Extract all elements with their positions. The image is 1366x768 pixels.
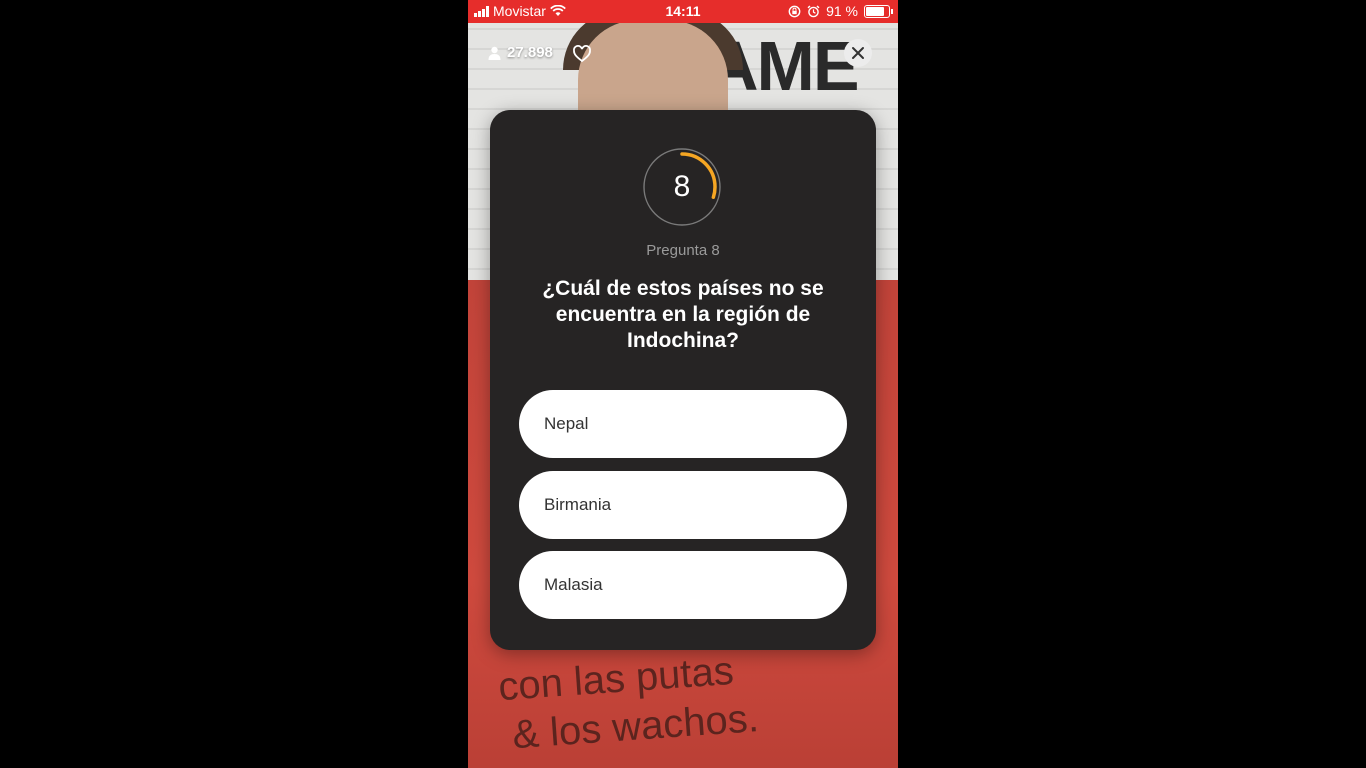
answer-label: Malasia	[544, 575, 603, 594]
answer-option-1[interactable]: Nepal	[519, 390, 847, 458]
question-number: Pregunta 8	[646, 242, 720, 259]
alarm-icon	[807, 4, 820, 17]
status-bar: Movistar 14:11 91 %	[468, 0, 898, 23]
countdown-number: 8	[673, 170, 691, 203]
phone-screen: AME con las putas & los wachos. Movistar…	[468, 0, 898, 768]
heart-icon[interactable]	[572, 44, 592, 64]
user-icon	[488, 46, 501, 60]
question-card: 8 Pregunta 8 ¿Cuál de estos países no se…	[490, 110, 876, 650]
answer-option-3[interactable]: Malasia	[519, 551, 847, 619]
answer-label: Nepal	[544, 414, 589, 433]
answer-option-2[interactable]: Birmania	[519, 471, 847, 539]
close-icon	[852, 47, 864, 59]
question-text: ¿Cuál de estos países no se encuentra en…	[542, 277, 824, 352]
battery-icon	[864, 4, 893, 18]
rotation-lock-icon	[788, 5, 801, 17]
status-right: 91 %	[788, 3, 893, 19]
answer-label: Birmania	[544, 495, 612, 514]
viewer-counter: 27.898	[488, 44, 553, 61]
battery-fill	[866, 6, 885, 16]
battery-percentage: 91 %	[826, 3, 858, 19]
viewer-count: 27.898	[507, 44, 553, 61]
close-button[interactable]	[844, 39, 872, 67]
